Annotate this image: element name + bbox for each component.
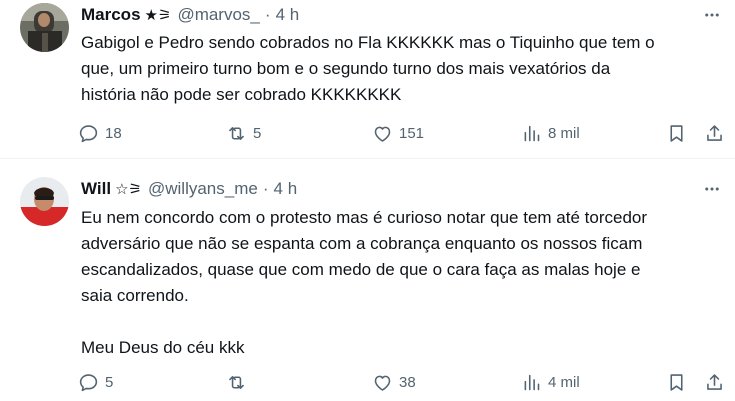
- separator-dot: ·: [264, 5, 271, 24]
- bookmark-icon: [666, 372, 687, 393]
- display-name[interactable]: Marcos: [81, 5, 141, 25]
- name-emoji: ☆⚞: [115, 181, 142, 198]
- views-chart-icon: [521, 372, 542, 393]
- views-button[interactable]: 8 mil: [521, 121, 580, 145]
- avatar[interactable]: [20, 177, 69, 226]
- reply-icon: [78, 372, 99, 393]
- views-count: 8 mil: [548, 124, 580, 142]
- share-button[interactable]: [704, 121, 725, 145]
- more-horizontal-icon[interactable]: [701, 4, 723, 26]
- timestamp[interactable]: 4 h: [276, 5, 300, 25]
- username-handle[interactable]: @marvos_: [177, 5, 259, 25]
- reply-count: 5: [105, 373, 114, 391]
- share-icon: [704, 123, 725, 144]
- retweet-button[interactable]: [226, 370, 253, 394]
- bookmark-icon: [666, 123, 687, 144]
- separator-dot: ·: [262, 179, 269, 198]
- views-chart-icon: [521, 123, 542, 144]
- reply-icon: [78, 123, 99, 144]
- display-name[interactable]: Will: [81, 179, 111, 199]
- like-button[interactable]: 151: [372, 121, 424, 145]
- tweet[interactable]: Marcos ★⚞ @marvos_ · 4 h Gabigol e Pedro…: [0, 0, 735, 159]
- like-count: 151: [399, 124, 425, 142]
- retweet-icon: [226, 123, 247, 144]
- retweet-button[interactable]: 5: [226, 121, 261, 145]
- bookmark-button[interactable]: [666, 121, 687, 145]
- views-button[interactable]: 4 mil: [521, 370, 580, 394]
- heart-icon: [372, 123, 393, 144]
- username-handle[interactable]: @willyans_me: [148, 179, 258, 199]
- retweet-icon: [226, 372, 247, 393]
- tweet[interactable]: Will ☆⚞ @willyans_me · 4 h Eu nem concor…: [0, 159, 735, 401]
- reply-button[interactable]: 18: [78, 121, 122, 145]
- tweet-header: Will ☆⚞ @willyans_me · 4 h: [81, 177, 297, 201]
- retweet-count: 5: [253, 124, 262, 142]
- share-icon: [704, 372, 725, 393]
- timestamp[interactable]: 4 h: [274, 179, 298, 199]
- reply-button[interactable]: 5: [78, 370, 113, 394]
- tweet-text: Gabigol e Pedro sendo cobrados no Fla KK…: [81, 33, 655, 104]
- like-count: 38: [399, 373, 416, 391]
- reply-count: 18: [105, 124, 122, 142]
- tweet-actions: 18 5 151 8 mil: [78, 121, 728, 145]
- heart-icon: [372, 372, 393, 393]
- tweet-text: Eu nem concordo com o protesto mas é cur…: [81, 208, 648, 357]
- views-count: 4 mil: [548, 373, 580, 391]
- tweet-header: Marcos ★⚞ @marvos_ · 4 h: [81, 3, 299, 27]
- bookmark-button[interactable]: [666, 370, 687, 394]
- avatar[interactable]: [20, 3, 69, 52]
- more-horizontal-icon[interactable]: [701, 178, 723, 200]
- share-button[interactable]: [704, 370, 725, 394]
- name-emoji: ★⚞: [144, 7, 172, 24]
- tweet-actions: 5 38 4 mil: [78, 370, 728, 394]
- like-button[interactable]: 38: [372, 370, 416, 394]
